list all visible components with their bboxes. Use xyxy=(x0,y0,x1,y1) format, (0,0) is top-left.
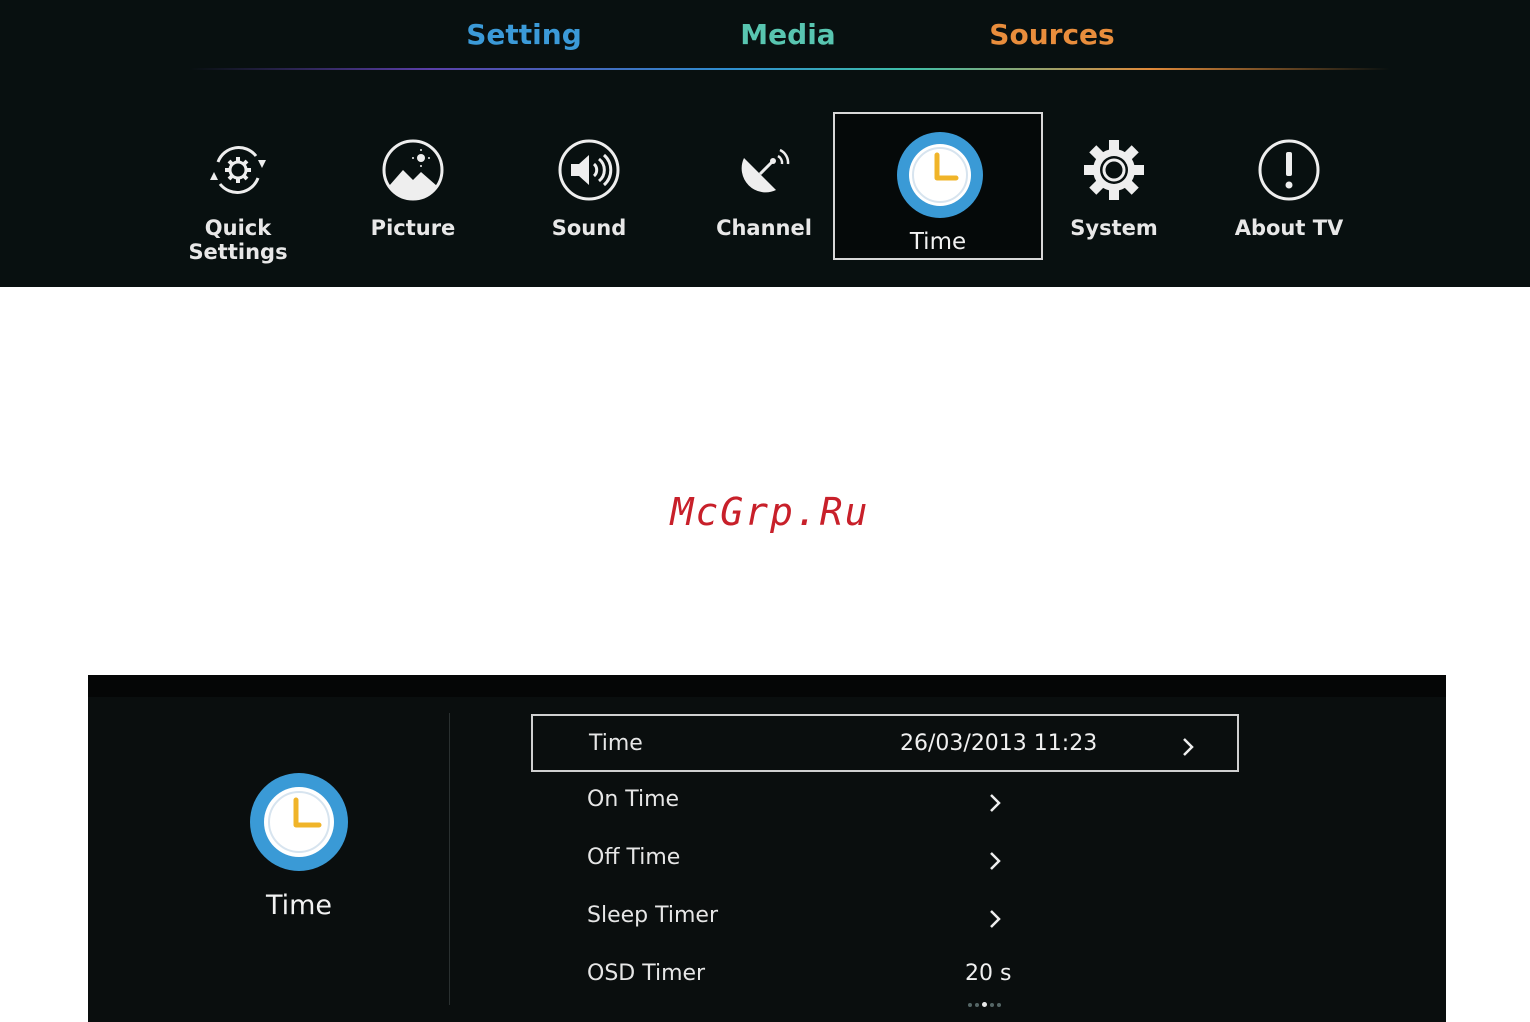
menu-item-time[interactable]: Time xyxy=(833,112,1043,260)
menu-item-label: Time xyxy=(909,229,967,255)
quick-settings-icon xyxy=(210,146,266,194)
gear-icon xyxy=(1084,140,1144,200)
menu-item-system[interactable]: System xyxy=(1029,128,1199,258)
clock-icon xyxy=(897,132,983,218)
tab-media[interactable]: Media xyxy=(678,18,898,51)
menu-item-label: System xyxy=(1070,216,1158,240)
value-slider-dots[interactable] xyxy=(968,992,1004,1011)
panel-top-strip xyxy=(88,675,1446,697)
row-value: 20 s xyxy=(965,961,1012,986)
watermark: McGrp.Ru xyxy=(670,490,870,534)
panel-divider xyxy=(449,713,450,1005)
chevron-right-icon xyxy=(990,794,1001,812)
menu-item-label: Quick Settings xyxy=(188,216,288,264)
settings-row-off-time[interactable]: Off Time xyxy=(531,830,1239,888)
settings-row-on-time[interactable]: On Time xyxy=(531,772,1239,830)
chevron-right-icon xyxy=(990,910,1001,928)
menu-item-label: Sound xyxy=(551,216,627,240)
menu-item-sound[interactable]: Sound xyxy=(504,128,674,258)
menu-item-picture[interactable]: Picture xyxy=(328,128,498,258)
clock-icon xyxy=(250,773,348,871)
row-label: Off Time xyxy=(587,845,681,870)
chevron-right-icon xyxy=(990,852,1001,870)
menu-item-channel[interactable]: Channel xyxy=(679,128,849,258)
satellite-dish-icon xyxy=(741,148,790,193)
row-label: Time xyxy=(589,731,643,756)
menu-item-about-tv[interactable]: About TV xyxy=(1204,128,1374,258)
tab-divider-line xyxy=(190,68,1390,70)
row-value: 26/03/2013 11:23 xyxy=(900,731,1098,756)
main-menu-panel: Setting Media Sources Quick Settings Pic… xyxy=(0,0,1530,287)
menu-tabs: Setting Media Sources xyxy=(0,0,1530,70)
row-label: OSD Timer xyxy=(587,961,706,986)
menu-item-label: Channel xyxy=(716,216,812,240)
menu-item-quick-settings[interactable]: Quick Settings xyxy=(153,128,323,264)
sound-icon xyxy=(558,139,620,201)
settings-row-sleep-timer[interactable]: Sleep Timer xyxy=(531,888,1239,946)
picture-icon xyxy=(382,139,444,201)
row-label: On Time xyxy=(587,787,680,812)
tab-sources[interactable]: Sources xyxy=(942,18,1162,51)
row-label: Sleep Timer xyxy=(587,903,718,928)
tab-setting[interactable]: Setting xyxy=(414,18,634,51)
panel-title: Time xyxy=(265,890,333,921)
chevron-right-icon xyxy=(1183,738,1194,756)
time-settings-panel: Time Time 26/03/2013 11:23 On Time Off T… xyxy=(88,675,1446,1022)
menu-item-label: About TV xyxy=(1234,216,1344,240)
settings-row-osd-timer[interactable]: OSD Timer 20 s xyxy=(531,946,1239,1007)
info-exclamation-icon xyxy=(1258,139,1320,201)
settings-row-time[interactable]: Time 26/03/2013 11:23 xyxy=(531,714,1239,772)
menu-item-label: Picture xyxy=(370,216,456,240)
